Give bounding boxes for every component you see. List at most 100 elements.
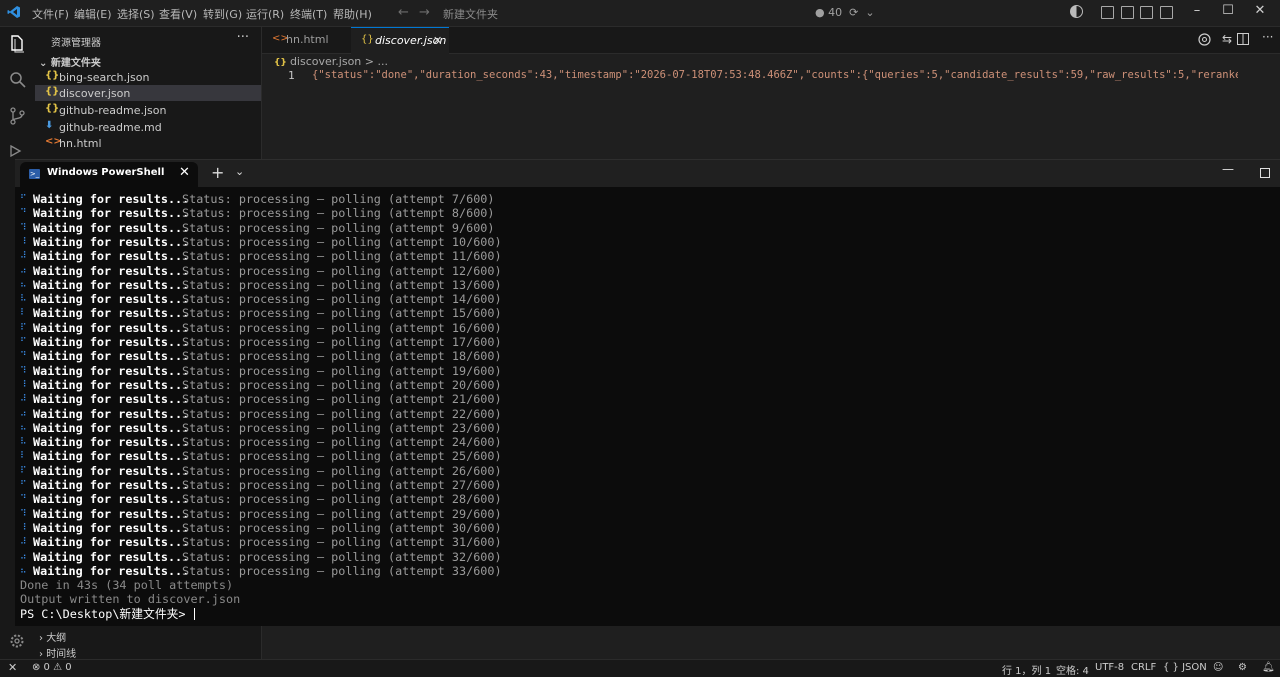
language-mode[interactable]: { } JSON xyxy=(1163,662,1207,673)
json-file-icon: {} xyxy=(274,58,290,68)
remote-icon[interactable]: ✕ xyxy=(8,661,17,674)
spinner-icon: ⠏ xyxy=(20,322,27,333)
nav-forward-icon[interactable]: → xyxy=(419,5,430,20)
file-item-github-readme-json[interactable]: {} github-readme.json xyxy=(35,102,261,118)
spinner-icon: ⠴ xyxy=(20,265,27,276)
close-window-icon[interactable]: ✕ xyxy=(1250,3,1270,18)
maximize-icon[interactable] xyxy=(1260,168,1270,178)
spinner-icon: ⠹ xyxy=(20,365,27,376)
editor-tab-bar: <> hn.html {} discover.json ✕ ⇆ ··· xyxy=(262,27,1280,54)
terminal-tab-bar: >_ Windows PowerShell ✕ + ⌄ — xyxy=(15,160,1280,187)
spinner-icon: ⠹ xyxy=(20,222,27,233)
minimize-icon[interactable]: — xyxy=(1222,162,1234,176)
powershell-icon: >_ xyxy=(29,169,40,179)
toggle-secondary-sidebar-icon[interactable] xyxy=(1160,6,1173,19)
code-line[interactable]: {"status":"done","duration_seconds":43,"… xyxy=(312,69,1238,81)
explorer-icon[interactable] xyxy=(9,35,25,53)
waiting-text: Waiting for results... xyxy=(33,306,190,321)
status-text: Status: processing — polling (attempt 10… xyxy=(182,234,502,249)
run-debug-icon[interactable] xyxy=(9,145,23,157)
source-control-icon[interactable] xyxy=(9,107,26,125)
menu-edit[interactable]: 编辑(E) xyxy=(74,6,112,22)
waiting-text: Waiting for results... xyxy=(33,277,190,292)
minimize-icon[interactable]: – xyxy=(1187,3,1207,18)
menu-help[interactable]: 帮助(H) xyxy=(333,6,372,22)
command-center-search[interactable]: 新建文件夹 ● 40 ⟳ ⌄ xyxy=(433,4,883,22)
cursor-position[interactable]: 行 1，列 1 xyxy=(1002,662,1051,677)
tab-hn-html[interactable]: <> hn.html xyxy=(262,27,350,53)
menu-file[interactable]: 文件(F) xyxy=(32,6,69,22)
copilot-chat-icon[interactable] xyxy=(1198,33,1211,46)
waiting-text: Waiting for results... xyxy=(33,363,190,378)
file-item-hn-html[interactable]: <> hn.html xyxy=(35,135,261,151)
sidebar-more-icon[interactable]: ··· xyxy=(237,30,249,45)
more-actions-icon[interactable]: ··· xyxy=(1262,30,1273,44)
file-name: hn.html xyxy=(59,137,102,150)
waiting-text: Waiting for results... xyxy=(33,449,190,464)
file-name: github-readme.md xyxy=(59,121,162,134)
file-item-bing-search-json[interactable]: {} bing-search.json xyxy=(35,69,261,85)
manage-gear-icon[interactable] xyxy=(9,633,25,649)
menu-terminal[interactable]: 终端(T) xyxy=(290,6,327,22)
search-icon[interactable] xyxy=(9,71,26,88)
close-tab-icon[interactable]: ✕ xyxy=(179,165,190,180)
end-of-line[interactable]: CRLF xyxy=(1131,662,1156,673)
split-editor-icon[interactable] xyxy=(1237,33,1249,45)
tab-close-icon[interactable]: ✕ xyxy=(433,34,442,47)
tab-windows-powershell[interactable]: >_ Windows PowerShell ✕ xyxy=(20,162,198,187)
spinner-icon: ⠼ xyxy=(20,394,27,405)
status-text: Status: processing — polling (attempt 7/… xyxy=(182,192,495,206)
status-text: Status: processing — polling (attempt 23… xyxy=(182,420,502,435)
waiting-text: Waiting for results... xyxy=(33,549,190,564)
text-cursor xyxy=(193,607,195,620)
prompt-line[interactable]: PS C:\Desktop\新建文件夹> xyxy=(20,607,195,621)
waiting-text: Waiting for results... xyxy=(33,478,190,492)
breadcrumb[interactable]: {} discover.json > ... xyxy=(274,55,388,68)
waiting-text: Waiting for results... xyxy=(33,249,190,264)
output-line: Output written to discover.json xyxy=(20,592,241,607)
file-item-github-readme-md[interactable]: ⬇ github-readme.md xyxy=(35,119,261,135)
status-text: Status: processing — polling (attempt 12… xyxy=(182,263,502,278)
new-tab-icon[interactable]: + xyxy=(211,163,224,182)
waiting-text: Waiting for results... xyxy=(33,220,190,235)
editor-line[interactable]: 1 {"status":"done","duration_seconds":43… xyxy=(270,68,1280,84)
status-text: Status: processing — polling (attempt 32… xyxy=(182,549,502,564)
accounts-icon[interactable] xyxy=(1070,5,1083,18)
file-item-discover-json[interactable]: {} discover.json xyxy=(35,85,261,101)
notifications-bell-icon[interactable]: 🔔︎ xyxy=(1262,662,1275,673)
folder-header[interactable]: ⌄ 新建文件夹 xyxy=(39,54,101,69)
waiting-text: Waiting for results... xyxy=(33,506,190,521)
encoding[interactable]: UTF-8 xyxy=(1095,662,1124,673)
status-text: Status: processing — polling (attempt 27… xyxy=(182,478,502,492)
terminal-output[interactable]: ⠋ Waiting for results... Status: processin… xyxy=(20,192,1270,622)
layout-grid-icon[interactable] xyxy=(1121,6,1134,19)
spinner-icon: ⠸ xyxy=(20,522,27,533)
nav-back-icon[interactable]: ← xyxy=(398,5,409,20)
json-file-icon: {} xyxy=(45,70,60,81)
copilot-icon[interactable]: ☺ xyxy=(1213,662,1223,673)
copilot-status[interactable]: ● 40 ⟳ ⌄ xyxy=(815,6,875,19)
json-file-icon: {} xyxy=(45,103,60,114)
settings-sync-icon[interactable]: ⚙ xyxy=(1238,662,1247,673)
json-file-icon: {} xyxy=(361,34,374,45)
problems-indicator[interactable]: ⊗ 0 ⚠ 0 xyxy=(32,662,72,673)
compare-changes-icon[interactable]: ⇆ xyxy=(1222,32,1232,46)
maximize-icon[interactable]: ☐ xyxy=(1218,3,1238,18)
status-text: Status: processing — polling (attempt 29… xyxy=(182,506,502,521)
timeline-section[interactable]: › 时间线 xyxy=(39,645,76,660)
tab-discover-json[interactable]: {} discover.json ✕ xyxy=(351,27,449,54)
spinner-icon: ⠴ xyxy=(20,551,27,562)
menu-go[interactable]: 转到(G) xyxy=(203,6,242,22)
markdown-file-icon: ⬇ xyxy=(45,120,54,131)
spinner-icon: ⠙ xyxy=(20,351,27,362)
outline-section[interactable]: › 大纲 xyxy=(39,629,66,644)
toggle-panel-icon[interactable] xyxy=(1140,6,1153,19)
chevron-down-icon[interactable]: ⌄ xyxy=(235,165,244,178)
waiting-text: Waiting for results... xyxy=(33,435,190,450)
spinner-icon: ⠦ xyxy=(20,565,27,576)
menu-view[interactable]: 查看(V) xyxy=(159,6,197,22)
indentation[interactable]: 空格: 4 xyxy=(1056,662,1089,677)
menu-selection[interactable]: 选择(S) xyxy=(117,6,155,22)
menu-run[interactable]: 运行(R) xyxy=(246,6,284,22)
toggle-sidebar-icon[interactable] xyxy=(1101,6,1114,19)
